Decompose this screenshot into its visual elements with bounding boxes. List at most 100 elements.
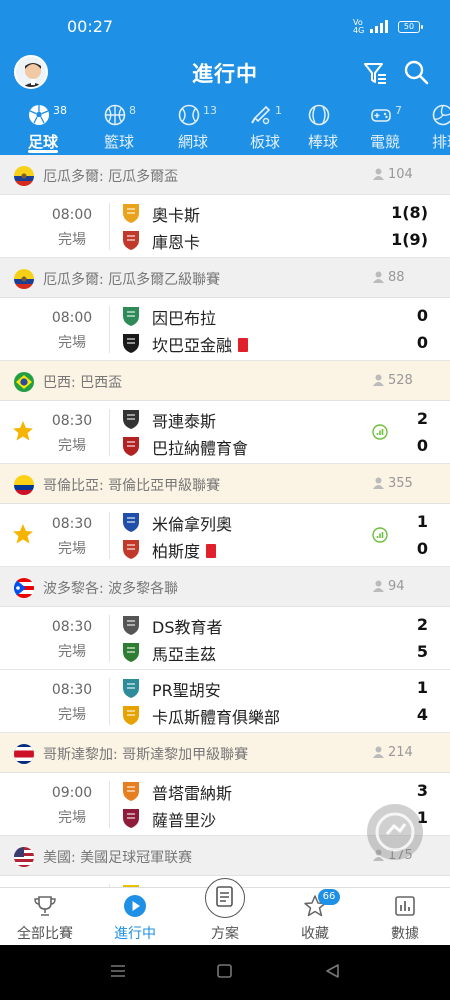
flag-puertorico-icon [14,578,34,598]
follower-count-value: 355 [388,476,413,491]
away-team-logo-icon [120,807,142,829]
league-header[interactable]: 巴西: 巴西盃 528 [0,361,450,401]
home-team-name: 米倫拿列奧 [152,511,232,535]
match-status: 完場 [58,810,86,826]
search-icon[interactable] [403,59,429,85]
back-key-icon[interactable] [324,963,342,979]
team-name-text: DS教育者 [152,618,223,637]
network-indicator: Vo 4G [353,18,365,35]
home-team-name: 奧卡斯 [152,202,200,226]
home-key-icon[interactable] [216,963,234,979]
away-team-logo-icon [120,332,142,354]
nav-data[interactable]: 數據 [360,888,450,946]
follower-count-value: 528 [388,373,413,388]
favorite-star-icon[interactable] [11,522,35,546]
match-row[interactable]: 08:30 完場 哥連泰斯 2 巴拉納體育會 0 [0,401,450,464]
team-name-text: 米倫拿列奧 [152,515,233,534]
trophy-icon [34,896,56,916]
away-team-name: 薩普里沙 [152,807,216,831]
tab-basketball[interactable]: 8 籃球 [82,100,156,155]
league-follower-count: 94 [373,579,405,594]
match-time: 08:00 [51,310,93,326]
home-score: 0 [416,306,428,325]
league-follower-count: 528 [373,373,413,388]
battery-icon: 50 [398,21,423,33]
nav-favorites[interactable]: 66 收藏 [270,888,360,946]
status-bar: 00:27 Vo 4G 50 [0,0,450,50]
nav-plans[interactable]: 方案 [180,878,270,946]
home-team-logo-icon [120,408,142,430]
home-score: 1(8) [391,203,428,222]
tab-volleyball[interactable]: 排球 [410,100,450,155]
document-icon [216,886,233,907]
match-row[interactable]: 08:00 完場 奧卡斯 1(8) 庫恩卡 1(9) [0,195,450,258]
match-row[interactable]: 08:30 完場 米倫拿列奧 1 柏斯度 0 [0,504,450,567]
away-score: 5 [416,642,428,661]
match-row[interactable]: 08:30 完場 DS教育者 2 馬亞圭茲 5 [0,607,450,670]
soccer-ball-icon [29,105,49,125]
favorite-star-icon[interactable] [11,419,35,443]
match-status: 完場 [58,335,86,351]
league-follower-count: 214 [373,745,413,760]
match-time: 08:30 [51,619,93,635]
nav-live[interactable]: 進行中 [90,888,180,946]
nav-label: 進行中 [114,926,156,942]
row-divider [109,781,110,828]
tab-label: 籃球 [103,133,134,151]
match-time: 08:00 [51,207,93,223]
tab-count: 13 [203,104,217,117]
match-status: 完場 [58,644,86,660]
team-name-text: 柏斯度 [152,542,201,561]
home-team-name: PR聖胡安 [152,677,221,701]
league-header[interactable]: 哥斯達黎加: 哥斯達黎加甲級聯賽 214 [0,733,450,773]
nav-all-matches[interactable]: 全部比賽 [0,888,90,946]
league-header[interactable]: 哥倫比亞: 哥倫比亞甲級聯賽 355 [0,464,450,504]
favorites-badge: 66 [318,889,340,905]
nav-label: 收藏 [301,926,329,942]
live-stats-icon[interactable] [372,527,388,543]
row-divider [109,512,110,559]
home-team-logo-icon [120,202,142,224]
away-team-name: 柏斯度 [152,538,217,562]
refresh-floating-button[interactable] [367,804,423,860]
away-team-logo-icon [120,704,142,726]
tab-tennis[interactable]: 13 網球 [156,100,230,155]
tab-count: 1 [275,104,282,117]
match-row[interactable]: 08:30 完場 PR聖胡安 1 卡瓜斯體育俱樂部 4 [0,670,450,733]
match-time: 08:30 [51,516,93,532]
system-navigation-bar [0,945,450,1000]
team-name-text: 因巴布拉 [152,309,217,328]
filter-icon[interactable] [362,60,388,86]
flag-usa-icon [14,847,34,867]
league-name: 巴西: 巴西盃 [43,375,123,391]
signal-icon [370,19,388,33]
league-name: 哥倫比亞: 哥倫比亞甲級聯賽 [43,478,221,494]
away-team-logo-icon [120,641,142,663]
league-header[interactable]: 波多黎各: 波多黎各聯 94 [0,567,450,607]
match-row[interactable]: 08:00 完場 因巴布拉 0 坎巴亞金融 0 [0,298,450,361]
home-team-logo-icon [120,780,142,802]
league-follower-count: 88 [373,270,405,285]
tab-count: 8 [129,104,136,117]
home-score: 2 [416,409,428,428]
team-name-text: 薩普里沙 [152,811,217,830]
league-header[interactable]: 厄瓜多爾: 厄瓜多爾盃 104 [0,155,450,195]
team-name-text: 坎巴亞金融 [152,336,233,355]
flag-brazil-icon [14,372,34,392]
match-time: 08:30 [51,413,93,429]
league-header[interactable]: 厄瓜多爾: 厄瓜多爾乙級聯賽 88 [0,258,450,298]
team-name-text: 卡瓜斯體育俱樂部 [152,708,281,727]
nav-label: 全部比賽 [17,926,73,942]
menu-key-icon[interactable] [109,963,127,979]
tab-soccer[interactable]: 38 足球 [6,100,80,155]
home-team-logo-icon [120,511,142,533]
match-list[interactable]: 厄瓜多爾: 厄瓜多爾盃 104 08:00 完場 奧卡斯 1(8) 庫恩卡 1(9) 厄瓜多爾:… [0,155,450,887]
away-team-logo-icon [120,538,142,560]
bottom-navigation: 全部比賽 進行中 方案 66 收藏 數據 [0,878,450,946]
live-stats-icon[interactable] [372,424,388,440]
tab-count: 7 [395,104,402,117]
team-name-text: 普塔雷納斯 [152,784,233,803]
home-team-name: DS教育者 [152,614,222,638]
away-score: 0 [416,333,428,352]
cricket-bat-icon [251,105,271,125]
